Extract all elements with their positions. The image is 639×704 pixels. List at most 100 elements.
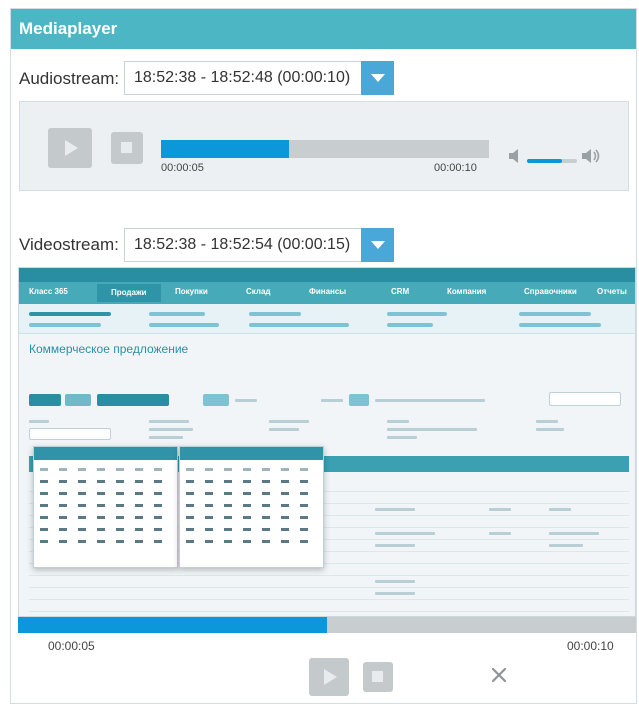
- calendar-day-mark: [262, 528, 270, 531]
- calendar-day-mark: [97, 528, 105, 531]
- calendar-day-mark: [243, 504, 251, 507]
- volume-mute-icon[interactable]: [507, 147, 529, 165]
- volume-slider[interactable]: [527, 159, 577, 163]
- calendar-day-mark: [186, 468, 194, 471]
- audiostream-select[interactable]: 18:52:38 - 18:52:48 (00:00:10): [124, 61, 394, 95]
- calendar-day-mark: [78, 504, 86, 507]
- panel-title: Mediaplayer: [11, 9, 636, 49]
- calendar-day-mark: [59, 492, 67, 495]
- calendar-day-mark: [135, 504, 143, 507]
- calendar-day-mark: [116, 516, 124, 519]
- calendar-day-mark: [154, 492, 162, 495]
- calendar-day-mark: [243, 516, 251, 519]
- calendar-day-mark: [205, 516, 213, 519]
- calendar-day-mark: [78, 540, 86, 543]
- calendar-day-mark: [262, 468, 270, 471]
- video-current-time: 00:00:05: [48, 639, 95, 653]
- calendar-day-mark: [40, 492, 48, 495]
- play-icon: [324, 669, 337, 685]
- audio-current-time: 00:00:05: [161, 162, 204, 174]
- calendar-day-mark: [281, 480, 289, 483]
- calendar-day-mark: [154, 540, 162, 543]
- calendar-day-mark: [300, 540, 308, 543]
- calendar-day-mark: [281, 468, 289, 471]
- video-nav-item: CRM: [391, 287, 410, 296]
- video-stop-button[interactable]: [363, 662, 393, 692]
- calendar-day-mark: [262, 480, 270, 483]
- calendar-day-mark: [205, 480, 213, 483]
- calendar-day-mark: [224, 516, 232, 519]
- videostream-select[interactable]: 18:52:38 - 18:52:54 (00:00:15): [124, 228, 394, 262]
- calendar-day-mark: [186, 492, 194, 495]
- video-calendar-right: [179, 446, 324, 568]
- video-play-button[interactable]: [309, 658, 349, 696]
- calendar-day-mark: [40, 468, 48, 471]
- calendar-day-mark: [97, 504, 105, 507]
- play-icon: [65, 140, 78, 156]
- video-nav-item: Продажи: [97, 284, 161, 302]
- calendar-day-mark: [135, 480, 143, 483]
- audio-progress-bar[interactable]: [161, 140, 489, 158]
- calendar-day-mark: [78, 480, 86, 483]
- calendar-day-mark: [300, 504, 308, 507]
- stop-icon: [372, 671, 383, 682]
- calendar-day-mark: [116, 492, 124, 495]
- calendar-day-mark: [186, 540, 194, 543]
- calendar-day-mark: [281, 540, 289, 543]
- video-total-time: 00:00:10: [567, 639, 614, 653]
- calendar-day-mark: [78, 528, 86, 531]
- audio-total-time: 00:00:10: [434, 162, 477, 174]
- calendar-day-mark: [59, 516, 67, 519]
- calendar-day-mark: [281, 528, 289, 531]
- calendar-day-mark: [243, 528, 251, 531]
- calendar-day-mark: [300, 468, 308, 471]
- video-nav-item: Класс 365: [29, 287, 68, 296]
- calendar-day-mark: [154, 468, 162, 471]
- calendar-day-mark: [262, 516, 270, 519]
- calendar-day-mark: [116, 528, 124, 531]
- calendar-day-mark: [116, 540, 124, 543]
- audio-play-button[interactable]: [48, 128, 92, 168]
- video-nav-item: Справочники: [524, 287, 577, 296]
- calendar-day-mark: [154, 528, 162, 531]
- calendar-day-mark: [262, 504, 270, 507]
- calendar-day-mark: [262, 540, 270, 543]
- calendar-day-mark: [135, 516, 143, 519]
- video-frame[interactable]: Класс 365 Продажи Покупки Склад Финансы …: [18, 267, 636, 617]
- calendar-day-mark: [243, 468, 251, 471]
- video-app-page-title: Коммерческое предложение: [29, 342, 189, 356]
- calendar-day-mark: [40, 480, 48, 483]
- calendar-day-mark: [40, 504, 48, 507]
- video-app-subnav: [19, 304, 635, 334]
- video-nav-item: Компания: [447, 287, 487, 296]
- volume-up-icon[interactable]: [580, 147, 602, 165]
- chevron-down-icon[interactable]: [361, 61, 394, 95]
- calendar-day-mark: [154, 480, 162, 483]
- calendar-day-mark: [154, 504, 162, 507]
- video-app-nav: Класс 365 Продажи Покупки Склад Финансы …: [19, 282, 635, 304]
- video-progress-bar[interactable]: [18, 617, 636, 633]
- calendar-day-mark: [135, 540, 143, 543]
- audio-progress-fill: [161, 140, 289, 158]
- video-nav-item: Склад: [246, 287, 271, 296]
- calendar-day-mark: [59, 504, 67, 507]
- volume-slider-fill: [527, 159, 562, 163]
- calendar-day-mark: [116, 504, 124, 507]
- calendar-day-mark: [300, 516, 308, 519]
- audio-stop-button[interactable]: [111, 132, 143, 164]
- calendar-day-mark: [135, 468, 143, 471]
- calendar-day-mark: [300, 528, 308, 531]
- calendar-day-mark: [97, 516, 105, 519]
- calendar-day-mark: [281, 492, 289, 495]
- calendar-day-mark: [59, 480, 67, 483]
- calendar-day-mark: [97, 492, 105, 495]
- calendar-day-mark: [59, 540, 67, 543]
- calendar-day-mark: [243, 492, 251, 495]
- audiostream-label: Audiostream:: [19, 69, 120, 88]
- close-icon[interactable]: [489, 665, 509, 685]
- videostream-label: Videostream:: [19, 235, 119, 254]
- calendar-day-mark: [97, 480, 105, 483]
- calendar-day-mark: [243, 540, 251, 543]
- chevron-down-icon[interactable]: [361, 228, 394, 262]
- video-progress-fill: [18, 617, 327, 633]
